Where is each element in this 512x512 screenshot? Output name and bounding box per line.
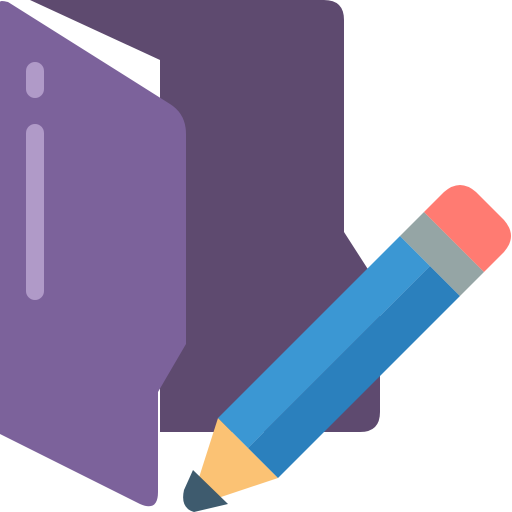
edit-folder-graphic [0,0,511,512]
folder-highlight-long [26,124,44,300]
folder-highlight-short [26,62,44,98]
edit-folder-icon [0,0,512,512]
